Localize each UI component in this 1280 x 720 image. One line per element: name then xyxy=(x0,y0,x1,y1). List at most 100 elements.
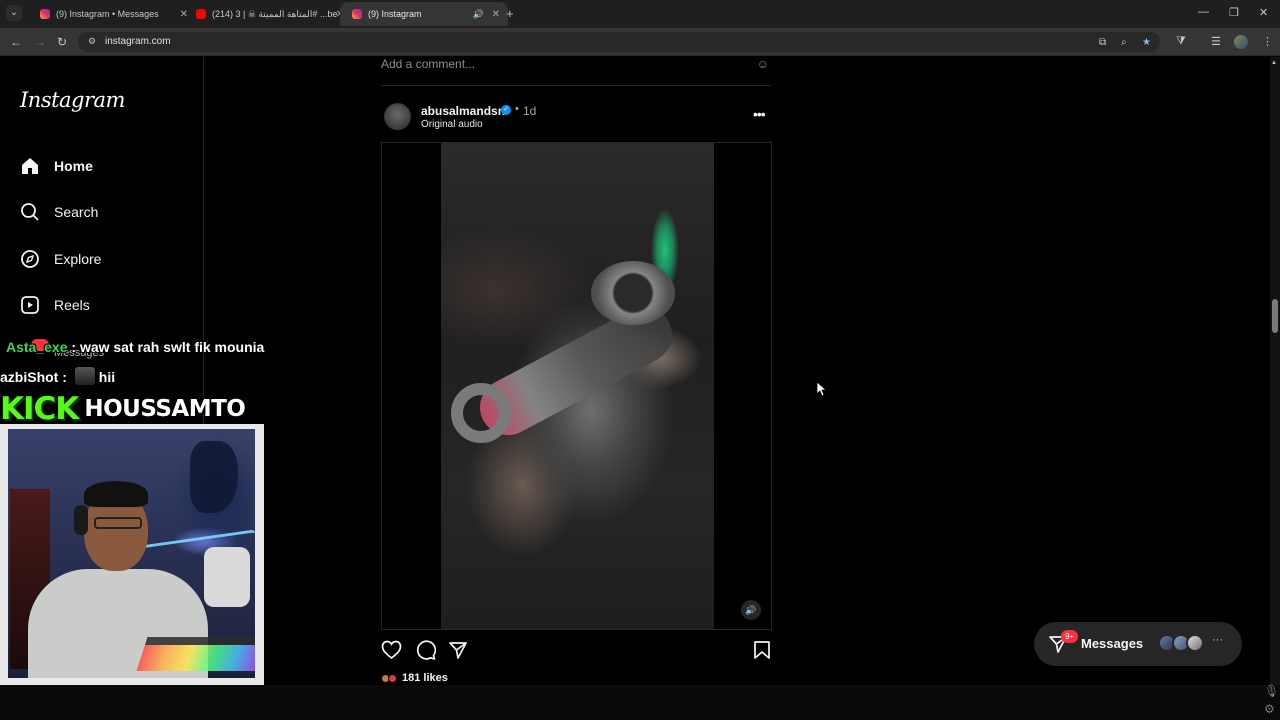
tab-instagram[interactable]: (9) Instagram 🔊 ✕ xyxy=(340,2,508,26)
avatar[interactable] xyxy=(384,103,411,130)
sidebar-item-search[interactable]: Search xyxy=(20,200,98,224)
compass-icon xyxy=(20,249,40,269)
chat-message: Asta_exe : waw sat rah swlt fik mounia xyxy=(6,339,264,355)
reload-icon[interactable]: ↻ xyxy=(57,35,67,49)
like-icon[interactable] xyxy=(381,640,402,665)
video-content xyxy=(451,383,511,443)
window-close-button[interactable]: ✕ xyxy=(1259,6,1268,19)
separator-dot: • xyxy=(515,103,519,115)
chat-username: Asta_exe xyxy=(6,339,68,355)
post-header: abusalmandsn ✓ • 1d Original audio ••• xyxy=(381,100,773,140)
tab-youtube[interactable]: (214) المتاهة المميتة ☠ | 3# ...be ✕ xyxy=(184,2,352,26)
comment-icon[interactable] xyxy=(415,640,437,665)
extensions-icon[interactable]: ⧩ xyxy=(1176,35,1186,48)
install-app-icon[interactable]: ⧉ xyxy=(1099,37,1106,48)
close-icon[interactable]: ✕ xyxy=(492,9,500,20)
messages-label: Messages xyxy=(1081,636,1144,651)
tab-instagram-messages[interactable]: (9) Instagram • Messages ✕ xyxy=(28,2,196,26)
kick-logo: KICK xyxy=(0,391,79,427)
webcam-overlay xyxy=(0,424,264,686)
sidebar-item-label: Search xyxy=(54,204,99,220)
likes-text: 181 likes xyxy=(402,672,448,684)
tab-title: (9) Instagram xyxy=(368,9,422,19)
emote-icon xyxy=(74,367,95,385)
site-info-icon[interactable]: ⚙ xyxy=(88,36,96,47)
emoji-icon[interactable]: ☺ xyxy=(757,57,769,71)
instagram-logo[interactable]: Instagram xyxy=(20,88,125,112)
sound-icon[interactable]: 🔊 xyxy=(741,600,761,620)
tab-search-button[interactable]: ⌄ xyxy=(6,5,22,21)
zoom-icon[interactable]: ⌕ xyxy=(1121,37,1127,48)
messages-pill[interactable]: 9+ Messages ··· xyxy=(1034,622,1242,666)
save-icon[interactable] xyxy=(753,640,771,665)
browser-toolbar: ← → ↻ ⚙ instagram.com ⧉ ⌕ ★ ⧩ ☰ ⋮ xyxy=(0,28,1280,56)
streamer-name: HOUSSAMTO xyxy=(84,396,246,422)
url-text[interactable]: instagram.com xyxy=(105,36,171,47)
back-icon[interactable]: ← xyxy=(10,35,22,49)
address-bar[interactable]: ⚙ instagram.com ⧉ ⌕ ★ xyxy=(78,32,1160,52)
post-time: 1d xyxy=(523,104,537,118)
chat-message: azbiShot : hii xyxy=(0,367,115,385)
profile-avatar[interactable] xyxy=(1234,35,1248,49)
webcam-content xyxy=(74,505,88,535)
webcam-content xyxy=(190,441,238,513)
mouse-cursor-icon xyxy=(817,382,827,396)
webcam-content xyxy=(204,547,250,607)
new-tab-button[interactable]: + xyxy=(506,6,514,21)
browser-tab-bar: ⌄ (9) Instagram • Messages ✕ (214) المتا… xyxy=(0,0,1280,28)
sidebar-item-explore[interactable]: Explore xyxy=(20,247,101,271)
scroll-up-icon[interactable]: ▲ xyxy=(1271,60,1277,66)
webcam-content xyxy=(84,481,148,507)
add-comment-field[interactable]: Add a comment... ☺ xyxy=(381,57,771,86)
unread-badge: 9+ xyxy=(1061,630,1079,643)
instagram-icon xyxy=(40,9,50,19)
video-content xyxy=(591,261,675,325)
share-icon[interactable] xyxy=(448,640,468,665)
verified-badge-icon: ✓ xyxy=(501,105,511,115)
liker-avatar xyxy=(388,673,397,683)
restore-button[interactable]: ❐ xyxy=(1229,6,1239,19)
comment-placeholder: Add a comment... xyxy=(381,57,476,71)
home-icon xyxy=(20,156,40,176)
sidebar-item-label: Home xyxy=(54,158,93,174)
instagram-icon xyxy=(352,9,362,19)
chat-text: : xyxy=(58,369,71,385)
post-actions xyxy=(381,640,773,662)
reels-icon xyxy=(20,295,40,315)
sidebar-item-label: Explore xyxy=(54,251,102,267)
speaker-icon[interactable]: 🔊 xyxy=(473,9,484,20)
avatar xyxy=(1186,634,1204,652)
like-count[interactable]: 181 likes xyxy=(381,671,448,685)
sidebar-item-reels[interactable]: Reels xyxy=(20,293,90,317)
webcam-feed xyxy=(8,429,255,678)
chat-text: hii xyxy=(98,369,116,385)
page-scrollbar[interactable]: ▲ xyxy=(1270,57,1280,720)
conversation-avatars xyxy=(1158,634,1220,654)
reel-video[interactable] xyxy=(441,143,714,629)
microphone-icon[interactable]: 🎙 xyxy=(1264,684,1279,698)
tab-title: (9) Instagram • Messages xyxy=(56,9,159,19)
settings-icon[interactable]: ⚙ xyxy=(1264,702,1275,716)
reading-list-icon[interactable]: ☰ xyxy=(1211,35,1221,48)
sidebar-item-home[interactable]: Home xyxy=(20,154,93,178)
taskbar xyxy=(0,685,1280,720)
stream-banner: KICK HOUSSAMTO xyxy=(0,391,246,427)
chat-username: azbiShot xyxy=(0,369,59,385)
webcam-content xyxy=(136,637,255,671)
search-icon xyxy=(20,202,40,222)
more-icon: ··· xyxy=(1212,634,1223,646)
sidebar-item-label: Reels xyxy=(54,297,90,313)
post-media[interactable]: 🔊 xyxy=(381,142,772,630)
tab-title: (214) المتاهة المميتة ☠ | 3# ...be xyxy=(212,8,338,19)
youtube-icon xyxy=(196,9,206,19)
post-audio[interactable]: Original audio xyxy=(421,119,483,130)
menu-icon[interactable]: ⋮ xyxy=(1262,35,1273,48)
chat-text: : waw sat rah swlt fik mounia xyxy=(67,339,265,355)
scroll-thumb[interactable] xyxy=(1272,299,1278,333)
forward-icon[interactable]: → xyxy=(34,35,46,49)
webcam-content xyxy=(94,517,142,529)
minimize-button[interactable]: — xyxy=(1198,6,1209,18)
bookmark-star-icon[interactable]: ★ xyxy=(1142,37,1151,48)
post-username[interactable]: abusalmandsn xyxy=(421,104,505,118)
more-options-icon[interactable]: ••• xyxy=(753,106,766,122)
